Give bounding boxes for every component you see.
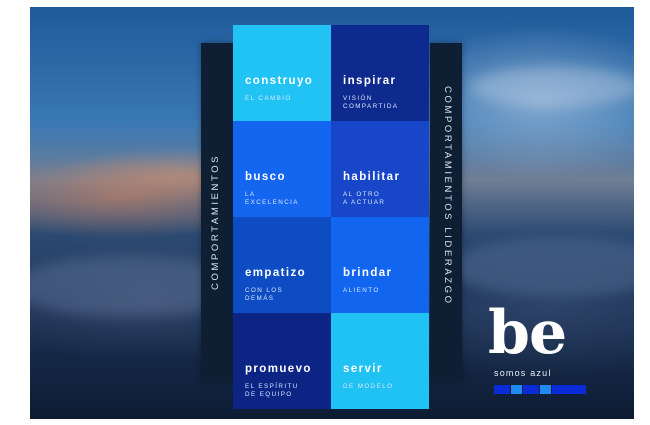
cell-subtitle: EL ESPÍRITU DE EQUIPO — [245, 383, 299, 398]
cell-title: busco — [245, 171, 286, 183]
cell-title: habilitar — [343, 171, 401, 183]
cell-busco: busco LA EXCELENCIA — [233, 121, 331, 217]
cell-title: promuevo — [245, 363, 312, 375]
cell-title: construyo — [245, 75, 314, 87]
be-logo: be — [488, 298, 567, 368]
cell-title: servir — [343, 363, 383, 375]
cell-title: inspirar — [343, 75, 397, 87]
cell-title: brindar — [343, 267, 393, 279]
cell-subtitle: AL OTRO A ACTUAR — [343, 191, 386, 206]
cell-brindar: brindar ALIENTO — [331, 217, 429, 313]
cell-subtitle: DE MODELO — [343, 383, 394, 390]
right-vertical-label: COMPORTAMIENTOS LIDERAZGO — [442, 86, 453, 306]
cloud-shape — [450, 237, 634, 297]
logo-tagline: somos azul — [494, 368, 552, 378]
cell-promuevo: promuevo EL ESPÍRITU DE EQUIPO — [233, 313, 331, 409]
cell-inspirar: inspirar VISIÓN COMPARTIDA — [331, 25, 429, 121]
cell-subtitle: EL CAMBIO — [245, 95, 292, 102]
logo-square — [523, 385, 539, 394]
logo-square — [552, 385, 586, 394]
cell-subtitle: CON LOS DEMÁS — [245, 287, 284, 302]
cell-construyo: construyo EL CAMBIO — [233, 25, 331, 121]
left-vertical-label: COMPORTAMIENTOS — [210, 153, 221, 290]
logo-square — [494, 385, 510, 394]
cell-subtitle: VISIÓN COMPARTIDA — [343, 95, 399, 110]
logo-square — [540, 385, 551, 394]
cell-servir: servir DE MODELO — [331, 313, 429, 409]
cell-title: empatizo — [245, 267, 307, 279]
cloud-shape — [470, 67, 634, 107]
cell-subtitle: LA EXCELENCIA — [245, 191, 299, 206]
cell-habilitar: habilitar AL OTRO A ACTUAR — [331, 121, 429, 217]
cell-empatizo: empatizo CON LOS DEMÁS — [233, 217, 331, 313]
logo-square — [511, 385, 522, 394]
cell-subtitle: ALIENTO — [343, 287, 380, 294]
